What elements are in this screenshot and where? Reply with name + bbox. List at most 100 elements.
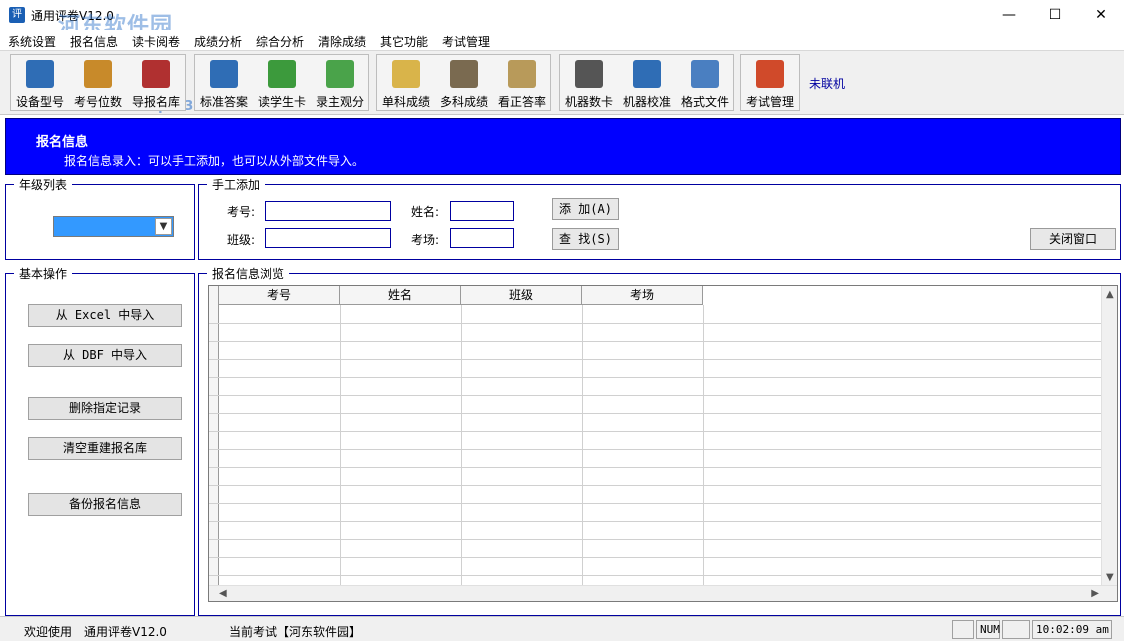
toolbar-group-machine: 机器数卡 机器校准 格式文件 — [559, 54, 734, 111]
grade-select[interactable]: ▼ — [53, 216, 174, 237]
table-corner — [209, 286, 219, 305]
find-button[interactable]: 查 找(S) — [552, 228, 619, 250]
vertical-scrollbar[interactable]: ▲ ▼ — [1101, 286, 1117, 586]
connection-status: 未联机 — [809, 77, 846, 91]
table-row-line — [209, 485, 1104, 486]
accuracy-rate-icon — [508, 60, 536, 88]
status-scroll — [1002, 620, 1030, 639]
subjective-score-icon — [326, 60, 354, 88]
class-input[interactable] — [265, 228, 391, 248]
machine-count-button[interactable]: 机器数卡 — [560, 55, 618, 111]
toolbar-group-answers: 标准答案 读学生卡 录主观分 — [194, 54, 369, 111]
grade-list-title: 年级列表 — [14, 176, 73, 193]
single-subject-icon — [392, 60, 420, 88]
maximize-button[interactable]: ☐ — [1032, 0, 1078, 30]
table-column-line — [461, 305, 462, 601]
name-label: 姓名: — [411, 205, 440, 219]
grade-list-group: 年级列表 ▼ — [5, 176, 195, 260]
accuracy-rate-button[interactable]: 看正答率 — [493, 55, 551, 111]
single-subject-button[interactable]: 单科成绩 — [377, 55, 435, 111]
menu-read-cards[interactable]: 读卡阅卷 — [132, 33, 180, 50]
registration-table[interactable]: 考号 姓名 班级 考场 ▲ ▼ ◀ ▶ — [208, 285, 1118, 602]
menu-registration-info[interactable]: 报名信息 — [70, 33, 118, 50]
menu-comprehensive-analysis[interactable]: 综合分析 — [256, 33, 304, 50]
import-registration-icon — [142, 60, 170, 88]
table-row-line — [209, 431, 1104, 432]
machine-calibrate-button[interactable]: 机器校准 — [618, 55, 676, 111]
col-room[interactable]: 考场 — [582, 286, 703, 305]
menu-clear-scores[interactable]: 清除成绩 — [318, 33, 366, 50]
status-current-exam: 当前考试【河东软件园】 — [229, 625, 362, 639]
toolbar-group-exam: 考试管理 — [740, 54, 800, 111]
number-digits-button[interactable]: 考号位数 — [69, 55, 127, 111]
name-input[interactable] — [450, 201, 514, 221]
format-file-button[interactable]: 格式文件 — [676, 55, 734, 111]
table-row-line — [209, 539, 1104, 540]
col-exam-no[interactable]: 考号 — [219, 286, 340, 305]
minimize-button[interactable]: — — [986, 0, 1032, 30]
add-button[interactable]: 添 加(A) — [552, 198, 619, 220]
table-row-line — [209, 359, 1104, 360]
table-row-line — [209, 449, 1104, 450]
device-model-button[interactable]: 设备型号 — [11, 55, 69, 111]
chevron-down-icon[interactable]: ▼ — [155, 218, 172, 235]
toolbar-group-scores: 单科成绩 多科成绩 看正答率 — [376, 54, 551, 111]
manual-add-title: 手工添加 — [207, 176, 266, 193]
exam-no-input[interactable] — [265, 201, 391, 221]
import-excel-button[interactable]: 从 Excel 中导入 — [28, 304, 182, 327]
table-row-line — [209, 395, 1104, 396]
read-student-card-button[interactable]: 读学生卡 — [253, 55, 311, 111]
menu-exam-management[interactable]: 考试管理 — [442, 33, 490, 50]
delete-record-button[interactable]: 删除指定记录 — [28, 397, 182, 420]
backup-registration-button[interactable]: 备份报名信息 — [28, 493, 182, 516]
table-row-line — [209, 557, 1104, 558]
standard-answer-button[interactable]: 标准答案 — [195, 55, 253, 111]
table-row-line — [209, 323, 1104, 324]
status-welcome: 欢迎使用 — [24, 625, 73, 639]
room-input[interactable] — [450, 228, 514, 248]
class-label: 班级: — [227, 233, 256, 247]
exam-manage-icon — [756, 60, 784, 88]
close-panel-button[interactable]: 关闭窗口 — [1030, 228, 1116, 250]
multi-subject-button[interactable]: 多科成绩 — [435, 55, 493, 111]
browse-title: 报名信息浏览 — [207, 265, 290, 282]
scroll-right-icon[interactable]: ▶ — [1091, 588, 1099, 599]
scroll-left-icon[interactable]: ◀ — [219, 588, 227, 599]
table-header: 考号 姓名 班级 考场 — [209, 286, 703, 305]
table-row-line — [209, 377, 1104, 378]
menu-other-functions[interactable]: 其它功能 — [380, 33, 428, 50]
col-class[interactable]: 班级 — [461, 286, 582, 305]
scroll-down-icon[interactable]: ▼ — [1106, 572, 1114, 583]
import-dbf-button[interactable]: 从 DBF 中导入 — [28, 344, 182, 367]
status-caps — [952, 620, 974, 639]
status-time: 10:02:09 am — [1032, 620, 1112, 639]
menu-score-analysis[interactable]: 成绩分析 — [194, 33, 242, 50]
format-file-icon — [691, 60, 719, 88]
info-title: 报名信息 — [36, 135, 89, 150]
subjective-score-button[interactable]: 录主观分 — [311, 55, 369, 111]
standard-answer-icon — [210, 60, 238, 88]
menu-system-settings[interactable]: 系统设置 — [8, 33, 56, 50]
import-registration-button[interactable]: 导报名库 — [127, 55, 185, 111]
horizontal-scrollbar[interactable]: ◀ ▶ — [209, 585, 1117, 601]
multi-subject-icon — [450, 60, 478, 88]
toolbar-group-setup: 设备型号 考号位数 导报名库 — [10, 54, 186, 111]
exam-manage-button[interactable]: 考试管理 — [741, 55, 799, 111]
rebuild-database-button[interactable]: 清空重建报名库 — [28, 437, 182, 460]
manual-add-group: 手工添加 考号: 姓名: 班级: 考场: 添 加(A) 查 找(S) 关闭窗口 — [198, 176, 1121, 260]
table-column-line — [703, 305, 704, 601]
table-row-line — [209, 413, 1104, 414]
info-description: 报名信息录入：可以手工添加，也可以从外部文件导入。 — [64, 154, 365, 168]
close-window-button[interactable]: ✕ — [1078, 0, 1124, 30]
menu-bar: 系统设置 报名信息 读卡阅卷 成绩分析 综合分析 清除成绩 其它功能 考试管理 — [0, 30, 1124, 50]
col-name[interactable]: 姓名 — [340, 286, 461, 305]
table-row-line — [209, 575, 1104, 576]
machine-count-icon — [575, 60, 603, 88]
scroll-up-icon[interactable]: ▲ — [1106, 289, 1114, 300]
table-row-line — [209, 341, 1104, 342]
device-model-icon — [26, 60, 54, 88]
read-student-card-icon — [268, 60, 296, 88]
table-row-line — [209, 503, 1104, 504]
status-num: NUM — [976, 620, 1000, 639]
machine-calibrate-icon — [633, 60, 661, 88]
